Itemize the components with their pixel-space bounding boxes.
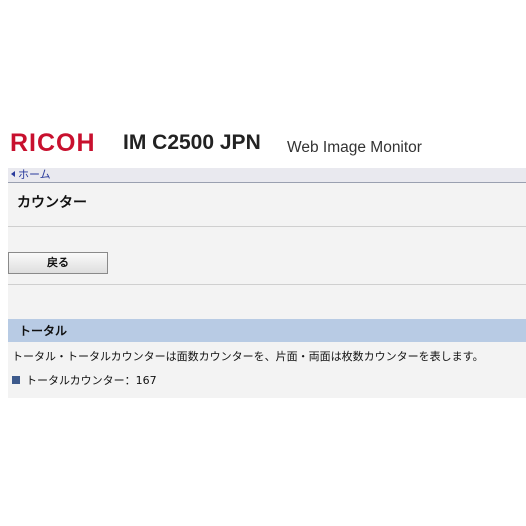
home-link[interactable]: ホーム [11, 168, 51, 182]
triangle-left-icon [11, 171, 15, 177]
content-area: カウンター 戻る トータル トータル・トータルカウンターは面数カウンターを、片面… [8, 183, 526, 398]
counter-separator: ： [124, 374, 136, 387]
button-divider [8, 284, 526, 285]
product-name: Web Image Monitor [287, 139, 422, 156]
back-button[interactable]: 戻る [8, 252, 108, 274]
header: RICOH IM C2500 JPN Web Image Monitor [0, 120, 526, 164]
counter-label: トータルカウンター [26, 374, 125, 387]
home-link-label: ホーム [18, 168, 51, 181]
ricoh-logo: RICOH [10, 129, 96, 157]
page-title: カウンター [17, 195, 87, 211]
square-bullet-icon [12, 376, 20, 384]
counter-value: 167 [135, 374, 157, 387]
title-divider [8, 226, 526, 227]
web-image-monitor-page: RICOH IM C2500 JPN Web Image Monitor ホーム… [0, 0, 526, 526]
total-counter-row: トータルカウンター：167 [12, 373, 157, 389]
section-title: トータル [19, 324, 68, 338]
model-name: IM C2500 JPN [123, 131, 261, 154]
section-header: トータル [8, 319, 526, 342]
breadcrumb-bar: ホーム [8, 168, 526, 183]
section-description: トータル・トータルカウンターは面数カウンターを、片面・両面は枚数カウンターを表し… [12, 350, 484, 363]
